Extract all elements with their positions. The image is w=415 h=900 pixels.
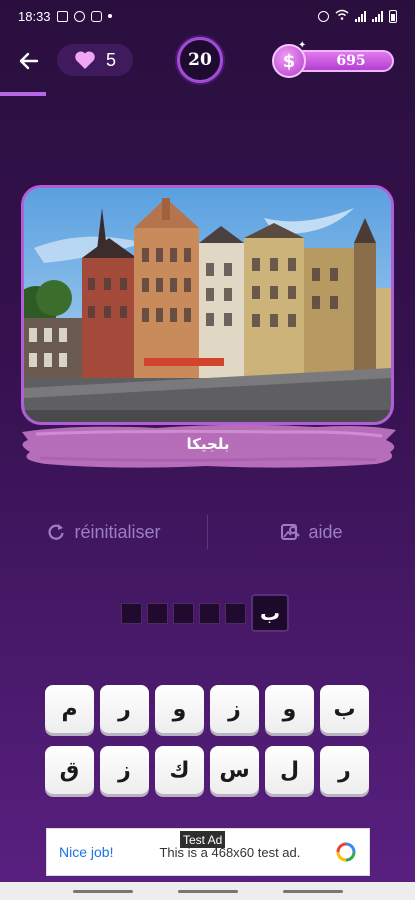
answer-slot-empty[interactable] (147, 602, 168, 624)
letter-key[interactable]: ر (320, 746, 369, 794)
notification-dot-icon (107, 14, 112, 18)
instagram-icon (90, 10, 102, 22)
wifi-icon (335, 9, 349, 23)
status-time: 18:33 (18, 8, 51, 24)
letter-keyboard: مروزوب قزكسلر (45, 685, 371, 807)
sparkle-icon: ✦ (298, 40, 307, 51)
game-header: 5 20 695 $ ✦ (0, 32, 415, 92)
letter-key[interactable]: س (210, 746, 259, 794)
level-progress (0, 92, 415, 96)
level-badge: 20 (177, 37, 223, 83)
ad-tag: Test Ad (180, 831, 226, 848)
lives-counter: 5 (57, 44, 133, 76)
keyboard-row-2: قزكسلر (45, 746, 371, 794)
letter-key[interactable]: ز (210, 685, 259, 733)
image-search-icon (281, 524, 301, 540)
status-bar: 18:33 (0, 0, 415, 32)
back-arrow-icon (19, 52, 39, 70)
coins-display[interactable]: 695 $ ✦ (272, 40, 394, 78)
letter-key[interactable]: م (45, 685, 94, 733)
reset-label: réinitialiser (74, 521, 161, 542)
level-progress-fill (0, 92, 46, 96)
ball-icon (73, 10, 85, 22)
level-number: 20 (188, 50, 212, 70)
reset-button[interactable]: réinitialiser (0, 512, 207, 552)
help-button[interactable]: aide (208, 512, 415, 552)
heart-icon (75, 51, 95, 69)
answer-slot-empty[interactable] (225, 602, 246, 624)
letter-key[interactable]: ل (265, 746, 314, 794)
letter-key[interactable]: و (265, 685, 314, 733)
answer-slot-filled[interactable]: ب (251, 594, 289, 632)
refresh-icon (48, 524, 65, 540)
answer-slots: ب (121, 594, 289, 632)
answer-slot-empty[interactable] (199, 602, 220, 624)
ad-logo-icon (336, 842, 356, 862)
answer-text: بلجيكا (186, 435, 230, 453)
puzzle-picture (21, 185, 394, 425)
letter-key[interactable]: و (155, 685, 204, 733)
coins-bar: 695 (292, 50, 394, 72)
back-button[interactable] (14, 46, 44, 76)
ad-headline[interactable]: Nice job! (59, 844, 113, 860)
system-nav-bar (0, 882, 415, 900)
brussels-buildings-photo (24, 188, 391, 422)
gallery-icon (56, 10, 68, 22)
letter-key[interactable]: ب (320, 685, 369, 733)
nav-home-button[interactable] (177, 889, 238, 893)
nav-recent-button[interactable] (72, 889, 133, 893)
letter-key[interactable]: ق (45, 746, 94, 794)
battery-icon (389, 9, 397, 23)
signal-icon (355, 10, 366, 22)
action-bar: réinitialiser aide (0, 512, 415, 552)
letter-key[interactable]: ز (100, 746, 149, 794)
nav-back-button[interactable] (282, 889, 343, 893)
coins-value: 695 (336, 53, 366, 69)
signal-2-icon (372, 10, 383, 22)
answer-banner: بلجيكا (16, 422, 400, 470)
answer-slot-empty[interactable] (173, 602, 194, 624)
alarm-icon (318, 10, 329, 22)
letter-key[interactable]: ك (155, 746, 204, 794)
answer-slot-empty[interactable] (121, 602, 142, 624)
lives-count: 5 (105, 49, 116, 70)
letter-key[interactable]: ر (100, 685, 149, 733)
keyboard-row-1: مروزوب (45, 685, 371, 733)
help-label: aide (308, 521, 343, 542)
